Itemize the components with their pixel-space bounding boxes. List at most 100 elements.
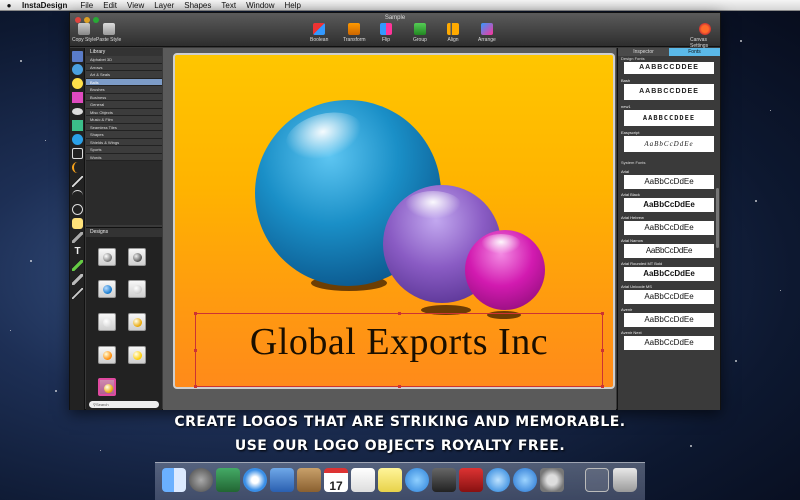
library-item-business[interactable]: Business (86, 93, 162, 101)
downloads-stack-icon[interactable] (585, 468, 609, 492)
hexagon-tool-icon[interactable] (72, 148, 83, 159)
design-font-preview[interactable]: AABBCCDDEE (624, 110, 714, 126)
library-item-balls[interactable]: Balls (86, 78, 162, 86)
library-item-arrows[interactable]: Arrows (86, 63, 162, 71)
facetime-icon[interactable] (432, 468, 456, 492)
system-font-preview[interactable]: AaBbCcDdEe (624, 221, 714, 235)
photo-booth-icon[interactable] (459, 468, 483, 492)
design-thumb-white-ball[interactable] (128, 280, 146, 298)
mission-control-icon[interactable] (216, 468, 240, 492)
library-item-sports[interactable]: Sports (86, 146, 162, 154)
design-font-preview[interactable]: AaBbCcDdEe (624, 136, 714, 152)
group-button[interactable]: Group (413, 23, 427, 43)
circle-tool-icon[interactable] (72, 204, 83, 215)
tab-inspector[interactable]: Inspector (618, 48, 669, 56)
design-canvas[interactable]: Global Exports Inc (173, 53, 615, 389)
boolean-button[interactable]: Boolean (310, 23, 328, 43)
apple-menu-icon[interactable]: ● (0, 1, 18, 10)
arrange-button[interactable]: Arrange (478, 23, 496, 43)
copy-style-button[interactable]: Copy Style (72, 23, 96, 43)
messages-icon[interactable] (405, 468, 429, 492)
sphere-tool-icon[interactable] (72, 134, 83, 145)
align-button[interactable]: Align (447, 23, 459, 43)
logo-text[interactable]: Global Exports Inc (195, 320, 603, 364)
speech-bubble-tool-icon[interactable] (72, 218, 83, 229)
zoom-tool-icon[interactable] (72, 64, 83, 75)
ellipse-shape-tool-icon[interactable] (72, 78, 83, 89)
design-thumb-orange-ball[interactable] (98, 346, 116, 364)
flip-button[interactable]: Flip (380, 23, 392, 43)
pointer-tool-icon[interactable] (72, 51, 83, 62)
text-tool-icon[interactable]: T (72, 246, 83, 257)
menu-edit[interactable]: Edit (98, 1, 122, 10)
design-thumb-silver-ball[interactable] (98, 248, 116, 266)
menu-help[interactable]: Help (280, 1, 306, 10)
mail-icon[interactable] (270, 468, 294, 492)
library-item-brushes[interactable]: Brushes (86, 86, 162, 94)
selection-handle[interactable] (398, 385, 401, 388)
curve-tool-icon[interactable] (72, 162, 83, 173)
menu-file[interactable]: File (75, 1, 98, 10)
library-item-alphabet-3d[interactable]: Alphabet 3D (86, 56, 162, 64)
selection-handle[interactable] (194, 312, 197, 315)
library-item-seamless-tiles[interactable]: Seamless Tiles (86, 123, 162, 131)
design-thumb-dark-silver-ball[interactable] (128, 248, 146, 266)
selection-handle[interactable] (601, 312, 604, 315)
menu-layer[interactable]: Layer (149, 1, 179, 10)
tab-fonts[interactable]: Fonts (669, 48, 720, 56)
design-thumb-pearl-ball[interactable] (98, 313, 116, 331)
system-font-preview[interactable]: AaBbCcDdEe (624, 313, 714, 327)
itunes-icon[interactable] (486, 468, 510, 492)
library-item-words[interactable]: Words (86, 153, 162, 161)
menu-window[interactable]: Window (241, 1, 279, 10)
canvas-settings-button[interactable]: Canvas Settings (690, 23, 720, 49)
system-font-preview[interactable]: AaBbCcDdEe (624, 198, 714, 212)
system-font-preview[interactable]: AaBbCcDdEe (624, 336, 714, 350)
eyedropper-tool-icon[interactable] (72, 274, 83, 285)
magenta-ball[interactable] (465, 230, 545, 310)
library-item-shapes[interactable]: Shapes (86, 131, 162, 139)
launchpad-icon[interactable] (189, 468, 213, 492)
fonts-scrollbar[interactable] (716, 188, 719, 248)
design-thumb-gold-ball[interactable] (128, 313, 146, 331)
transform-button[interactable]: Transform (343, 23, 366, 43)
reminders-icon[interactable] (351, 468, 375, 492)
design-font-preview[interactable]: AABBCCDDEE (624, 84, 714, 100)
menu-view[interactable]: View (122, 1, 149, 10)
oval-tool-icon[interactable] (72, 108, 83, 115)
designs-search-input[interactable]: ⚲Search (89, 401, 159, 408)
line-tool-icon[interactable] (72, 176, 83, 187)
system-font-preview[interactable]: AaBbCcDdEe (624, 267, 714, 281)
trash-icon[interactable] (613, 468, 637, 492)
system-preferences-icon[interactable] (540, 468, 564, 492)
finder-icon[interactable] (162, 468, 186, 492)
notes-icon[interactable] (378, 468, 402, 492)
brush-tool-icon[interactable] (72, 260, 83, 271)
design-thumb-blue-ball[interactable] (98, 280, 116, 298)
paste-style-button[interactable]: Paste Style (96, 23, 121, 43)
menu-text[interactable]: Text (216, 1, 241, 10)
design-font-preview[interactable]: AABBCCDDEE (624, 62, 714, 74)
system-font-preview[interactable]: AaBbCcDdEe (624, 175, 714, 189)
system-font-preview[interactable]: AaBbCcDdEe (624, 290, 714, 304)
design-thumb-yellow-ball[interactable] (128, 346, 146, 364)
pen-tool-icon[interactable] (72, 232, 83, 243)
library-item-shields-wings[interactable]: Shields & Wings (86, 138, 162, 146)
menu-shapes[interactable]: Shapes (179, 1, 216, 10)
menu-app-name[interactable]: InstaDesign (18, 1, 75, 10)
library-item-misc-objects[interactable]: Misc Objects (86, 108, 162, 116)
selection-handle[interactable] (601, 385, 604, 388)
rect-shape-tool-icon[interactable] (72, 92, 83, 103)
app-store-icon[interactable] (513, 468, 537, 492)
library-item-art-seals[interactable]: Art & Seals (86, 71, 162, 79)
selection-handle[interactable] (194, 385, 197, 388)
cube-tool-icon[interactable] (72, 120, 83, 131)
design-thumb-selected-gold-ball[interactable] (98, 378, 116, 396)
calendar-icon[interactable]: 17 (324, 468, 348, 493)
contacts-icon[interactable] (297, 468, 321, 492)
knife-tool-icon[interactable] (72, 288, 83, 299)
safari-icon[interactable] (243, 468, 267, 492)
library-item-general[interactable]: General (86, 101, 162, 109)
arc-tool-icon[interactable] (72, 190, 83, 201)
system-font-preview[interactable]: AaBbCcDdEe (624, 244, 714, 258)
